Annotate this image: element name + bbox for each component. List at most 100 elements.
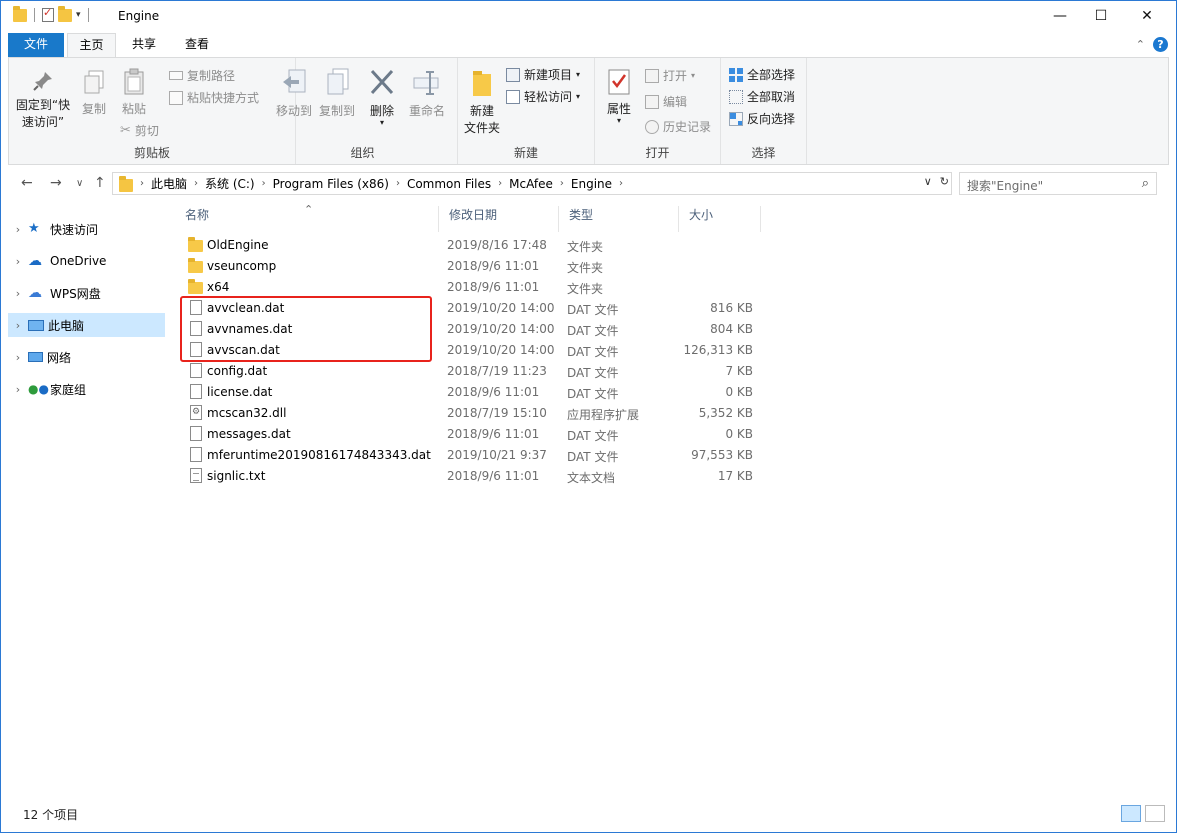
cut-button[interactable]: ✂ 剪切 [120, 122, 159, 139]
large-icons-view-icon[interactable] [1145, 805, 1165, 822]
breadcrumb-item[interactable]: McAfee [509, 177, 553, 191]
recent-locations-chevron-icon[interactable]: ∨ [76, 178, 83, 189]
properties-dropdown-icon[interactable]: ▾ [600, 117, 638, 125]
breadcrumb-separator[interactable]: › [262, 178, 266, 189]
expand-chevron-icon[interactable]: › [8, 383, 28, 396]
file-row[interactable]: mcscan32.dll 2018/7/19 15:10 应用程序扩展 5,35… [180, 403, 760, 424]
column-header-size[interactable]: 大小 [679, 206, 761, 232]
file-row[interactable]: config.dat 2018/7/19 11:23 DAT 文件 7 KB [180, 361, 760, 382]
pin-quick-access-button[interactable]: 固定到“快 速访问” [13, 70, 73, 130]
expand-chevron-icon[interactable]: › [8, 319, 28, 332]
rename-button[interactable]: 重命名 [405, 68, 449, 119]
tab-home[interactable]: 主页 [67, 33, 116, 57]
breadcrumb-separator[interactable]: › [560, 178, 564, 189]
file-date: 2018/7/19 15:10 [447, 406, 547, 420]
breadcrumb-item[interactable]: Common Files [407, 177, 491, 191]
status-bar: 12 个项目 [8, 801, 1169, 827]
sidebar-item-wps-cloud[interactable]: › ☁ WPS网盘 [8, 281, 165, 305]
breadcrumb-item[interactable]: 系统 (C:) [205, 175, 255, 192]
sidebar-item-network[interactable]: › 网络 [8, 345, 165, 369]
file-row[interactable]: mferuntime20190816174843343.dat 2019/10/… [180, 445, 760, 466]
file-date: 2018/9/6 11:01 [447, 427, 540, 441]
move-to-icon [283, 69, 306, 93]
file-row[interactable]: avvnames.dat 2019/10/20 14:00 DAT 文件 804… [180, 319, 760, 340]
new-item-button[interactable]: 新建项目 ▾ [506, 66, 580, 83]
invert-selection-button[interactable]: 反向选择 [729, 110, 795, 127]
breadcrumb-item[interactable]: Program Files (x86) [273, 177, 389, 191]
sidebar-item-this-pc[interactable]: › 此电脑 [8, 313, 165, 337]
edit-button[interactable]: 编辑 [645, 93, 687, 110]
new-folder-icon[interactable] [58, 5, 72, 22]
sidebar-item-homegroup[interactable]: › ●● 家庭组 [8, 377, 165, 401]
expand-chevron-icon[interactable]: › [8, 223, 28, 236]
file-icon [190, 426, 202, 441]
address-bar[interactable]: › 此电脑 › 系统 (C:) › Program Files (x86) › … [112, 172, 952, 195]
copy-button[interactable]: 复制 [76, 70, 112, 117]
breadcrumb-item[interactable]: 此电脑 [151, 175, 187, 192]
tab-view[interactable]: 查看 [171, 33, 223, 57]
address-actions: ∨ ↻ [924, 175, 949, 188]
maximize-icon[interactable]: ☐ [1078, 1, 1124, 32]
file-row[interactable]: signlic.txt 2018/9/6 11:01 文本文档 17 KB [180, 466, 760, 487]
text-file-icon [190, 468, 202, 483]
open-button[interactable]: 打开 ▾ [645, 67, 695, 84]
customize-toolbar-dropdown-icon[interactable]: ▾ [76, 10, 81, 20]
forward-arrow-icon[interactable]: → [50, 175, 62, 191]
details-view-icon[interactable] [1121, 805, 1141, 822]
file-date: 2019/10/21 9:37 [447, 448, 547, 462]
sidebar-item-quick-access[interactable]: › ★ 快速访问 [8, 217, 165, 241]
breadcrumb-separator[interactable]: › [498, 178, 502, 189]
tab-share[interactable]: 共享 [121, 33, 167, 57]
file-row[interactable]: OldEngine 2019/8/16 17:48 文件夹 [180, 235, 760, 256]
breadcrumb-separator[interactable]: › [194, 178, 198, 189]
minimize-icon[interactable]: — [1037, 1, 1083, 32]
file-date: 2019/10/20 14:00 [447, 301, 555, 315]
sidebar-item-onedrive[interactable]: › ☁ OneDrive [8, 249, 165, 273]
file-row[interactable]: messages.dat 2018/9/6 11:01 DAT 文件 0 KB [180, 424, 760, 445]
expand-chevron-icon[interactable]: › [8, 255, 28, 268]
properties-check-icon[interactable] [42, 6, 54, 22]
up-arrow-icon[interactable]: ↑ [94, 175, 106, 191]
delete-x-icon [370, 69, 394, 95]
search-icon[interactable]: ⌕ [1142, 176, 1149, 191]
new-folder-button[interactable]: 新建 文件夹 [462, 68, 502, 136]
move-to-button[interactable]: 移动到 [274, 68, 314, 119]
paste-shortcut-button[interactable]: 粘贴快捷方式 [169, 89, 259, 106]
help-icon[interactable]: ? [1153, 37, 1168, 52]
search-box[interactable]: 搜索"Engine" ⌕ [959, 172, 1157, 195]
clipboard-group: 固定到“快 速访问” 复制 粘贴 复制路径 粘贴快捷方式 ✂ 剪切 剪贴板 [9, 58, 296, 164]
history-button[interactable]: 历史记录 [645, 118, 711, 135]
collapse-ribbon-icon[interactable]: ⌃ [1136, 38, 1145, 51]
properties-button[interactable]: 属性 ▾ [600, 68, 638, 125]
delete-dropdown-icon[interactable]: ▾ [365, 119, 399, 127]
file-row[interactable]: avvclean.dat 2019/10/20 14:00 DAT 文件 816… [180, 298, 760, 319]
column-header-date[interactable]: 修改日期 [439, 206, 559, 232]
breadcrumb-item[interactable]: Engine [571, 177, 612, 191]
copy-to-button[interactable]: 复制到 [317, 68, 357, 119]
invert-selection-label: 反向选择 [747, 112, 796, 126]
breadcrumb-separator[interactable]: › [619, 178, 623, 189]
expand-chevron-icon[interactable]: › [8, 351, 28, 364]
column-header-name[interactable]: 名称 ⌃ [175, 203, 439, 232]
delete-button[interactable]: 删除 ▾ [365, 68, 399, 127]
close-icon[interactable]: ✕ [1124, 1, 1170, 32]
tab-file[interactable]: 文件 [8, 33, 64, 57]
file-row[interactable]: vseuncomp 2018/9/6 11:01 文件夹 [180, 256, 760, 277]
expand-chevron-icon[interactable]: › [8, 287, 28, 300]
refresh-icon[interactable]: ↻ [940, 175, 949, 188]
history-label: 历史记录 [663, 120, 712, 134]
column-header-type[interactable]: 类型 [559, 206, 679, 232]
select-all-button[interactable]: 全部选择 [729, 66, 795, 83]
copy-path-icon [169, 71, 183, 80]
easy-access-button[interactable]: 轻松访问 ▾ [506, 88, 580, 105]
file-row[interactable]: license.dat 2018/9/6 11:01 DAT 文件 0 KB [180, 382, 760, 403]
select-none-button[interactable]: 全部取消 [729, 88, 795, 105]
breadcrumb-separator[interactable]: › [396, 178, 400, 189]
breadcrumb-separator[interactable]: › [140, 178, 144, 189]
back-arrow-icon[interactable]: ← [21, 175, 33, 191]
file-row[interactable]: avvscan.dat 2019/10/20 14:00 DAT 文件 126,… [180, 340, 760, 361]
paste-button[interactable]: 粘贴 [116, 68, 152, 117]
file-row[interactable]: x64 2018/9/6 11:01 文件夹 [180, 277, 760, 298]
address-history-chevron-icon[interactable]: ∨ [924, 175, 932, 188]
copy-path-button[interactable]: 复制路径 [169, 67, 235, 84]
